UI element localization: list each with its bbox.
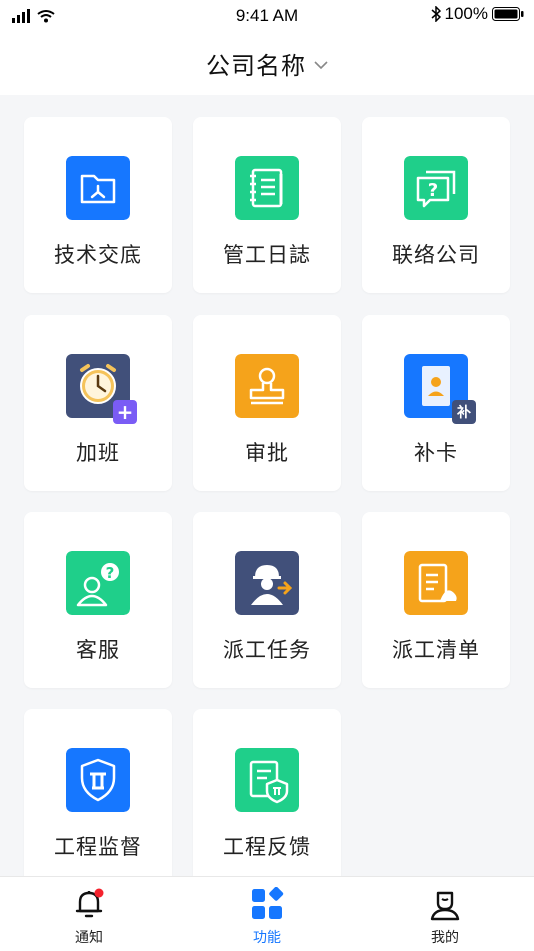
chat-question-icon: ? [404,156,468,220]
add-badge: + [116,400,134,424]
function-item-project-feedback[interactable]: 工程反馈 [193,709,341,885]
function-label: 客服 [76,638,120,662]
tab-label: 功能 [253,930,281,946]
tab-notifications[interactable]: 通知 [0,877,178,951]
document-shield-icon [235,748,299,812]
folder-share-icon [66,156,130,220]
chevron-down-icon [314,60,328,69]
status-bar: 9:41 AM 100% [0,0,534,32]
worker-dispatch-icon [235,551,299,615]
tab-label: 通知 [75,930,103,946]
page-title: 公司名称 [206,52,306,80]
company-selector[interactable]: 公司名称 [0,32,534,95]
tab-bar: 通知 功能 我的 [0,876,534,951]
stamp-icon [235,354,299,418]
function-item-project-supervision[interactable]: 工程监督 [24,709,172,885]
function-label: 工程反馈 [223,835,311,859]
shield-icon [66,748,130,812]
dispatch-list-icon [404,551,468,615]
function-item-customer-service[interactable]: ? 客服 [24,512,172,688]
card-badge: 补 [457,405,471,421]
bell-icon [75,888,104,918]
apps-icon [252,887,284,919]
function-label: 补卡 [414,441,458,465]
function-item-dispatch-list[interactable]: 派工清单 [362,512,510,688]
function-label: 加班 [76,441,120,465]
battery-percent: 100% [444,4,488,23]
function-item-work-log[interactable]: 管工日誌 [193,117,341,293]
function-label: 联络公司 [392,243,480,267]
bluetooth-icon [431,6,441,22]
tab-label: 我的 [431,930,459,946]
customer-service-icon: ? [66,551,130,615]
function-label: 派工任务 [223,638,311,662]
function-item-clock-in-fix[interactable]: 补 补卡 [362,315,510,491]
user-icon [430,891,460,921]
svg-text:?: ? [106,564,115,582]
function-label: 工程监督 [54,835,142,859]
function-label: 管工日誌 [223,243,311,267]
function-label: 审批 [245,441,289,465]
svg-text:?: ? [428,180,438,201]
function-item-tech-briefing[interactable]: 技术交底 [24,117,172,293]
function-label: 派工清单 [392,638,480,662]
function-item-approval[interactable]: 审批 [193,315,341,491]
function-item-dispatch-task[interactable]: 派工任务 [193,512,341,688]
battery-icon [492,7,524,21]
function-item-overtime[interactable]: + 加班 [24,315,172,491]
function-item-contact-company[interactable]: ? 联络公司 [362,117,510,293]
function-label: 技术交底 [54,243,142,267]
tab-functions[interactable]: 功能 [178,877,356,951]
notebook-icon [235,156,299,220]
tab-profile[interactable]: 我的 [356,877,534,951]
